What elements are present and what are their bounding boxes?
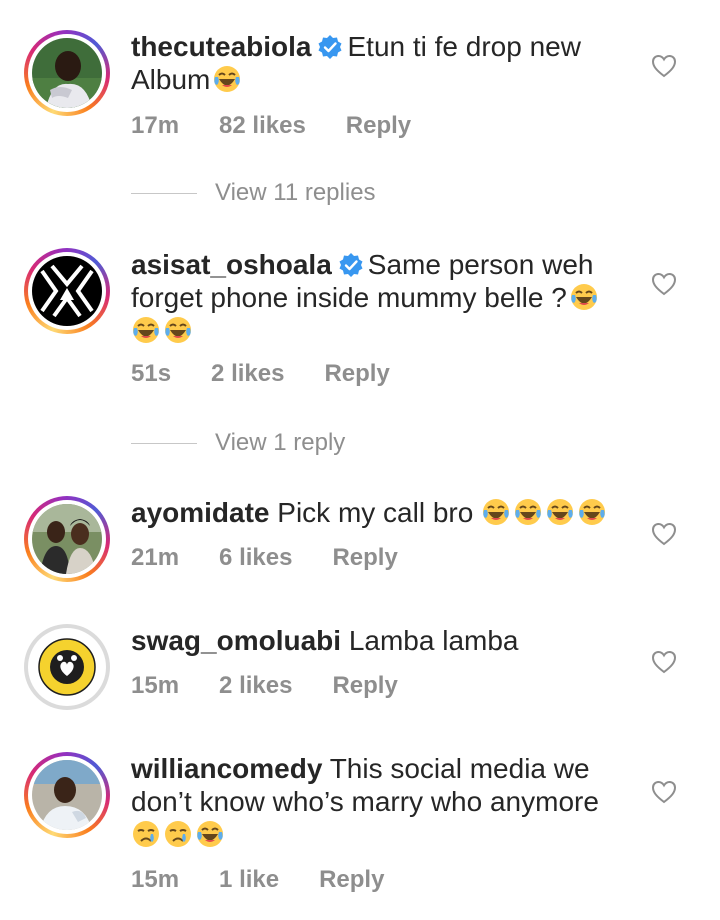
reply-button[interactable]: Reply xyxy=(319,866,384,894)
laughing-crying-emoji-icon xyxy=(212,64,242,94)
comment-text: Pick my call bro xyxy=(277,497,474,528)
like-count[interactable]: 6 likes xyxy=(219,544,292,572)
reply-button[interactable]: Reply xyxy=(346,112,411,140)
heart-outline-icon[interactable] xyxy=(651,650,677,674)
laughing-crying-emoji-icon xyxy=(577,497,607,527)
laughing-crying-emoji-icon xyxy=(195,819,225,849)
divider-line xyxy=(131,442,197,444)
heart-outline-icon[interactable] xyxy=(651,522,677,546)
laughing-crying-emoji-icon xyxy=(163,315,193,345)
comment-meta: 21m 6 likes Reply xyxy=(131,544,398,572)
username[interactable]: asisat_oshoala xyxy=(131,249,332,280)
like-count[interactable]: 2 likes xyxy=(211,360,284,388)
comment-time: 21m xyxy=(131,544,180,571)
comment-time: 51s xyxy=(131,360,172,387)
heart-outline-icon[interactable] xyxy=(651,780,677,804)
crying-emoji-icon xyxy=(131,819,161,849)
laughing-crying-emoji-icon xyxy=(481,497,511,527)
comment-meta: 15m 2 likes Reply xyxy=(131,672,398,700)
comment-meta: 51s 2 likes Reply xyxy=(131,360,390,388)
avatar-story-ring[interactable] xyxy=(24,248,110,334)
avatar-story-ring[interactable] xyxy=(24,30,110,116)
verified-badge-icon xyxy=(338,252,364,278)
username[interactable]: ayomidate xyxy=(131,497,270,528)
laughing-crying-emoji-icon xyxy=(545,497,575,527)
comment-time: 15m xyxy=(131,866,180,893)
comment-meta: 15m 1 like Reply xyxy=(131,866,384,894)
avatar xyxy=(32,256,102,326)
comment-meta: 17m 82 likes Reply xyxy=(131,112,411,140)
heart-outline-icon[interactable] xyxy=(651,272,677,296)
laughing-crying-emoji-icon xyxy=(513,497,543,527)
view-replies-button[interactable]: View 11 replies xyxy=(131,178,376,208)
comment-text: Lamba lamba xyxy=(348,625,519,656)
like-count[interactable]: 2 likes xyxy=(219,672,292,700)
comment-body: thecuteabiola Etun ti fe drop new Album xyxy=(131,30,631,96)
avatar xyxy=(32,38,102,108)
view-replies-label: View 1 reply xyxy=(215,429,346,456)
avatar-ring[interactable] xyxy=(24,624,110,710)
crying-emoji-icon xyxy=(163,819,193,849)
avatar-story-ring[interactable] xyxy=(24,496,110,582)
comment-time: 17m xyxy=(131,112,180,139)
avatar xyxy=(32,504,102,574)
view-replies-label: View 11 replies xyxy=(215,179,376,206)
avatar xyxy=(32,632,102,702)
reply-button[interactable]: Reply xyxy=(332,672,397,700)
divider-line xyxy=(131,192,197,194)
like-count[interactable]: 82 likes xyxy=(219,112,306,140)
laughing-crying-emoji-icon xyxy=(131,315,161,345)
username[interactable]: williancomedy xyxy=(131,753,322,784)
comment-body: ayomidate Pick my call bro xyxy=(131,496,631,529)
comment-time: 15m xyxy=(131,672,180,699)
verified-badge-icon xyxy=(317,34,343,60)
comment-body: asisat_oshoala Same person weh forget pho… xyxy=(131,248,631,347)
reply-button[interactable]: Reply xyxy=(324,360,389,388)
heart-outline-icon[interactable] xyxy=(651,54,677,78)
comment-body: swag_omoluabi Lamba lamba xyxy=(131,624,631,657)
avatar xyxy=(32,760,102,830)
username[interactable]: thecuteabiola xyxy=(131,31,311,62)
username[interactable]: swag_omoluabi xyxy=(131,625,341,656)
reply-button[interactable]: Reply xyxy=(332,544,397,572)
like-count[interactable]: 1 like xyxy=(219,866,279,894)
view-replies-button[interactable]: View 1 reply xyxy=(131,428,345,458)
comments-feed: thecuteabiola Etun ti fe drop new Album 1… xyxy=(0,0,720,920)
comment-body: williancomedy This social media we don’t… xyxy=(131,752,631,851)
laughing-crying-emoji-icon xyxy=(569,282,599,312)
avatar-story-ring[interactable] xyxy=(24,752,110,838)
